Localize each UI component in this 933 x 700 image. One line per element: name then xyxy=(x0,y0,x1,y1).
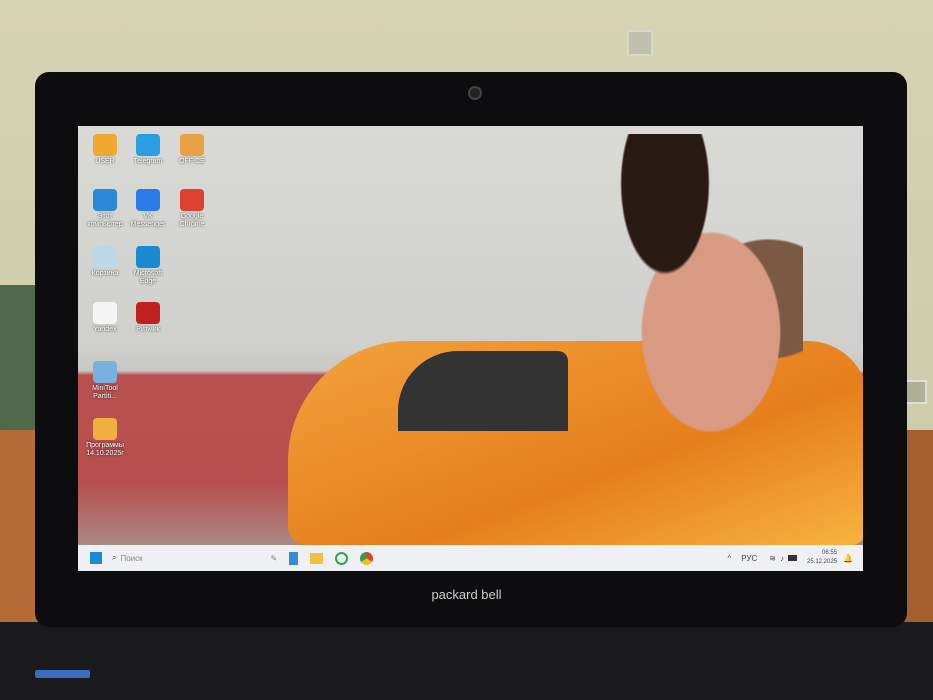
language-indicator[interactable]: РУС xyxy=(741,554,757,563)
app-icon xyxy=(136,302,160,324)
file-explorer-icon[interactable] xyxy=(310,552,324,564)
app-icon xyxy=(136,246,160,268)
app-icon xyxy=(93,134,117,156)
wallpaper-car-window xyxy=(398,351,568,431)
desktop-icon[interactable]: OFFICE xyxy=(170,134,214,166)
chevron-up-icon[interactable]: ^ xyxy=(728,554,732,563)
wallpaper-person xyxy=(573,134,803,464)
desktop-icon[interactable]: Ритмик xyxy=(126,302,170,334)
app-icon xyxy=(93,418,117,440)
brand-logo: packard bell xyxy=(431,587,502,602)
notification-bell-icon[interactable]: 🔔 xyxy=(843,554,853,563)
desktop-icon-label: Microsoft Edge xyxy=(133,270,163,285)
app-icon xyxy=(93,361,117,383)
desktop-icon[interactable]: Telegram xyxy=(126,134,170,166)
date: 25.12.2025 xyxy=(807,559,838,565)
desktop-icon[interactable]: MiniTool Partiti... xyxy=(83,361,127,401)
desktop-icon[interactable]: Корзина xyxy=(83,246,127,278)
webcam xyxy=(468,86,482,100)
search-icon[interactable]: ⌕ xyxy=(112,553,116,563)
desktop-screen: USER Telegram OFFICE Этот компьютер VK Messe… xyxy=(78,126,863,571)
desktop-icon-label: Google Chrome xyxy=(179,213,205,228)
chrome-icon[interactable] xyxy=(360,551,374,565)
desktop-icon-label: USER xyxy=(95,158,115,165)
search-input[interactable]: Поиск xyxy=(120,554,220,563)
desktop-icon-label: VK Messenger xyxy=(130,213,166,228)
time: 06:55 xyxy=(822,550,838,556)
desktop-icon-label: Ритмик xyxy=(136,326,160,333)
power-led xyxy=(35,670,90,678)
desktop-icon-label: Yandex xyxy=(93,326,117,333)
desktop-icon-label: Этот компьютер xyxy=(87,213,123,228)
widgets-icon[interactable]: ✎ xyxy=(270,554,277,563)
app-icon xyxy=(180,189,204,211)
desktop-icon[interactable]: Google Chrome xyxy=(170,189,214,229)
volume-icon[interactable]: ♪ xyxy=(780,554,784,563)
desktop-icon[interactable]: Microsoft Edge xyxy=(126,246,170,286)
desktop-icon[interactable]: Программы 14.10.2025г xyxy=(83,418,127,458)
desktop-icon-label: OFFICE xyxy=(179,158,205,165)
taskbar: ⌕ Поиск ✎ ^ РУС ≋ ♪ 06:55 25.12.2025 🔔 xyxy=(78,545,863,571)
curtain xyxy=(0,285,38,445)
desktop-icon-label: MiniTool Partiti... xyxy=(92,385,118,400)
app-icon xyxy=(136,189,160,211)
calculator-icon[interactable] xyxy=(289,551,299,565)
laptop-base xyxy=(0,622,933,700)
desktop-icon-label: Корзина xyxy=(91,270,119,277)
app-icon xyxy=(180,134,204,156)
wifi-icon[interactable]: ≋ xyxy=(769,554,776,563)
app-icon xyxy=(93,246,117,268)
desktop-icon[interactable]: Yandex xyxy=(83,302,127,334)
desktop-icon[interactable]: VK Messenger xyxy=(126,189,170,229)
clock[interactable]: 06:55 25.12.2025 xyxy=(807,549,837,567)
desktop-icon[interactable]: Этот компьютер xyxy=(83,189,127,229)
desktop-icon-label: Программы 14.10.2025г xyxy=(86,442,124,457)
battery-icon[interactable] xyxy=(788,555,797,561)
desktop-icon-label: Telegram xyxy=(133,158,163,165)
desktop-icon[interactable]: USER xyxy=(83,134,127,166)
start-icon[interactable] xyxy=(90,552,102,564)
wall-switch xyxy=(627,30,653,56)
app-icon xyxy=(93,189,117,211)
app-icon xyxy=(136,134,160,156)
whatsapp-icon[interactable] xyxy=(335,551,349,565)
app-icon xyxy=(93,302,117,324)
